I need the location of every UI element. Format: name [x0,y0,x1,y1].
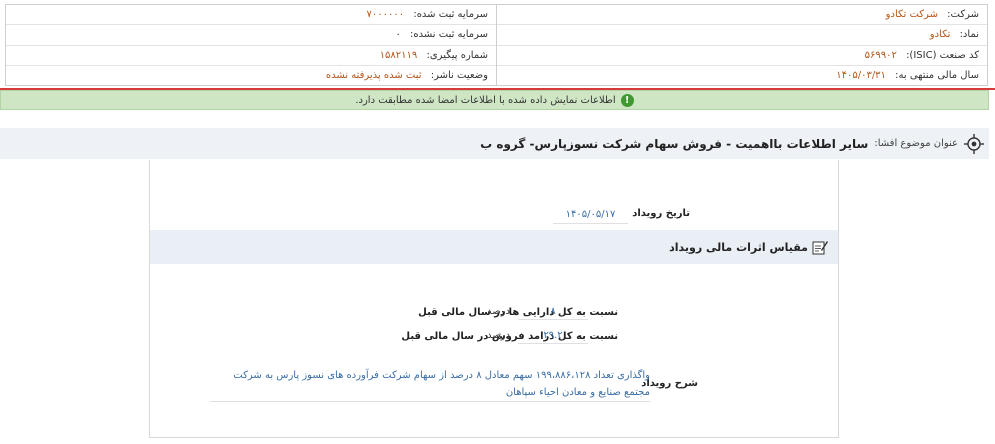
tracking-value: ۱۵۸۲۱۱۹ [379,49,418,61]
unregistered-capital-row: سرمایه ثبت نشده: ۰ [6,25,496,46]
registered-capital-label: سرمایه ثبت شده: [413,9,488,20]
event-description-text: واگذاری تعداد ۱۹۹،۸۸۶،۱۲۸ سهم معادل ۸ در… [210,367,650,402]
company-info-right-column: شرکت: شرکت تکادو نماد: تکادو کد صنعت (IS… [496,5,987,85]
isic-value: ۵۶۹۹۰۲ [864,49,897,61]
ratio-value-revenue: ۲۹.۲ [518,330,588,344]
fiscal-year-row: سال مالی منتهی به: ۱۴۰۵/۰۳/۳۱ [497,66,987,85]
tracking-row: شماره پیگیری: ۱۵۸۲۱۱۹ [6,46,496,66]
ratio-value-assets: ۸ [518,306,588,320]
event-panel: تاریخ رویداد ۱۴۰۵/۰۵/۱۷ مقیاس اثرات مالی… [149,160,839,438]
financial-effects-title: مقیاس اثرات مالی رویداد [669,240,808,254]
unregistered-capital-value: ۰ [395,29,401,41]
registered-capital-row: سرمایه ثبت شده: ۷۰۰۰۰۰۰ [6,5,496,26]
company-label: شرکت: [947,9,979,20]
event-date-label: تاریخ رویداد [632,208,690,219]
fiscal-year-label: سال مالی منتهی به: [895,69,979,81]
edit-pen-icon [812,241,828,255]
event-date-value: ۱۴۰۵/۰۵/۱۷ [553,209,628,224]
registered-capital-value: ۷۰۰۰۰۰۰ [366,9,405,20]
fiscal-year-value: ۱۴۰۵/۰۳/۳۱ [836,69,886,81]
company-value: شرکت تکادو [885,9,938,20]
info-icon: ! [620,93,634,107]
symbol-row: نماد: تکادو [497,25,987,46]
ratio-unit-assets: درصد [486,306,510,317]
company-info-left-column: سرمایه ثبت شده: ۷۰۰۰۰۰۰ سرمایه ثبت نشده:… [6,5,496,85]
symbol-value: تکادو [929,29,951,41]
tracking-label: شماره پیگیری: [426,49,488,61]
isic-row: کد صنعت (ISIC): ۵۶۹۹۰۲ [497,46,987,66]
subject-bar: عنوان موضوع افشا: سایر اطلاعات بااهمیت -… [0,128,989,159]
ratio-unit-revenue: درصد [486,330,510,341]
target-icon [964,133,984,154]
company-row: شرکت: شرکت تکادو [497,5,987,26]
symbol-label: نماد: [959,29,979,41]
verification-notice: ! اطلاعات نمایش داده شده با اطلاعات امضا… [0,90,989,110]
subject-title: سایر اطلاعات بااهمیت - فروش سهام شرکت نس… [480,136,869,151]
publisher-status-value: ثبت شده پذیرفته نشده [325,69,422,81]
unregistered-capital-label: سرمایه ثبت نشده: [410,29,488,41]
subject-label: عنوان موضوع افشا: [874,138,958,149]
company-info-table: شرکت: شرکت تکادو نماد: تکادو کد صنعت (IS… [5,4,988,86]
publisher-status-label: وضعیت ناشر: [430,69,488,81]
publisher-status-row: وضعیت ناشر: ثبت شده پذیرفته نشده [6,66,496,85]
isic-label: کد صنعت (ISIC): [906,49,979,61]
financial-effects-section-header: مقیاس اثرات مالی رویداد [150,230,838,264]
notice-text: اطلاعات نمایش داده شده با اطلاعات امضا ش… [355,94,616,106]
